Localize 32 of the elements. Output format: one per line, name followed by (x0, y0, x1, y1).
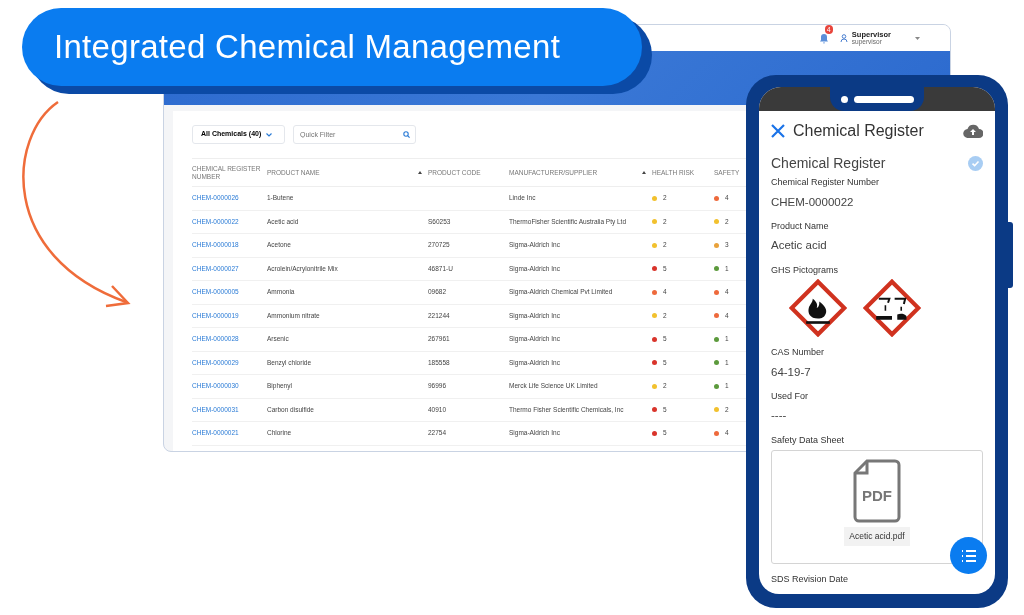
field-label: CAS Number (771, 346, 825, 359)
field-value: ---- (771, 408, 788, 424)
banner-title: Integrated Chemical Management (22, 8, 642, 86)
caret-icon[interactable] (915, 37, 920, 41)
speaker-slot (853, 95, 914, 103)
bell-icon (818, 32, 829, 44)
section-title: Chemical Register (771, 154, 886, 173)
field-value: 64-19-7 (771, 364, 812, 380)
chevron-icon (266, 132, 273, 137)
corrosion-pictogram-icon (863, 279, 921, 337)
screen-title: Chemical Register (793, 121, 925, 141)
field-value: CHEM-0000022 (771, 194, 855, 210)
field-label: Safety Data Sheet (771, 433, 846, 447)
field-label: GHS Pictograms (771, 263, 840, 277)
cloud-upload-icon[interactable] (963, 124, 983, 138)
sort-icon[interactable] (418, 171, 422, 174)
field-label: Chemical Register Number (771, 176, 881, 189)
sort-icon[interactable] (642, 171, 646, 174)
flame-pictogram-icon (789, 279, 847, 337)
close-icon[interactable] (771, 124, 785, 138)
menu-button[interactable] (950, 537, 987, 574)
field-label: Product Name (771, 219, 830, 233)
pdf-file-icon: PDF (853, 459, 901, 523)
list-icon (960, 548, 977, 563)
search-icon (403, 131, 410, 138)
file-name: Acetic acid.pdf (844, 527, 910, 546)
field-label: Used For (771, 389, 809, 403)
user-icon (839, 34, 848, 42)
field-value: Acetic acid (771, 238, 828, 254)
notification-button[interactable] (817, 32, 830, 44)
camera-dot (840, 95, 848, 103)
field-label: SDS Revision Date (771, 573, 850, 586)
